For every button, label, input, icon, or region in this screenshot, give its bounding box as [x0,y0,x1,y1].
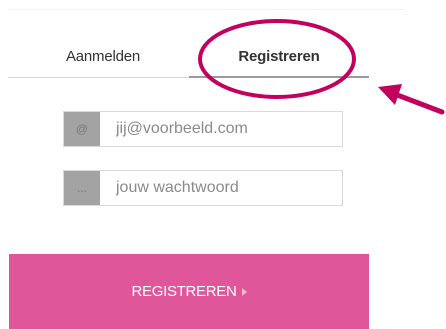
arrow-icon [378,84,445,115]
annotation-overlay [198,19,445,115]
highlight-ellipse [198,19,356,99]
